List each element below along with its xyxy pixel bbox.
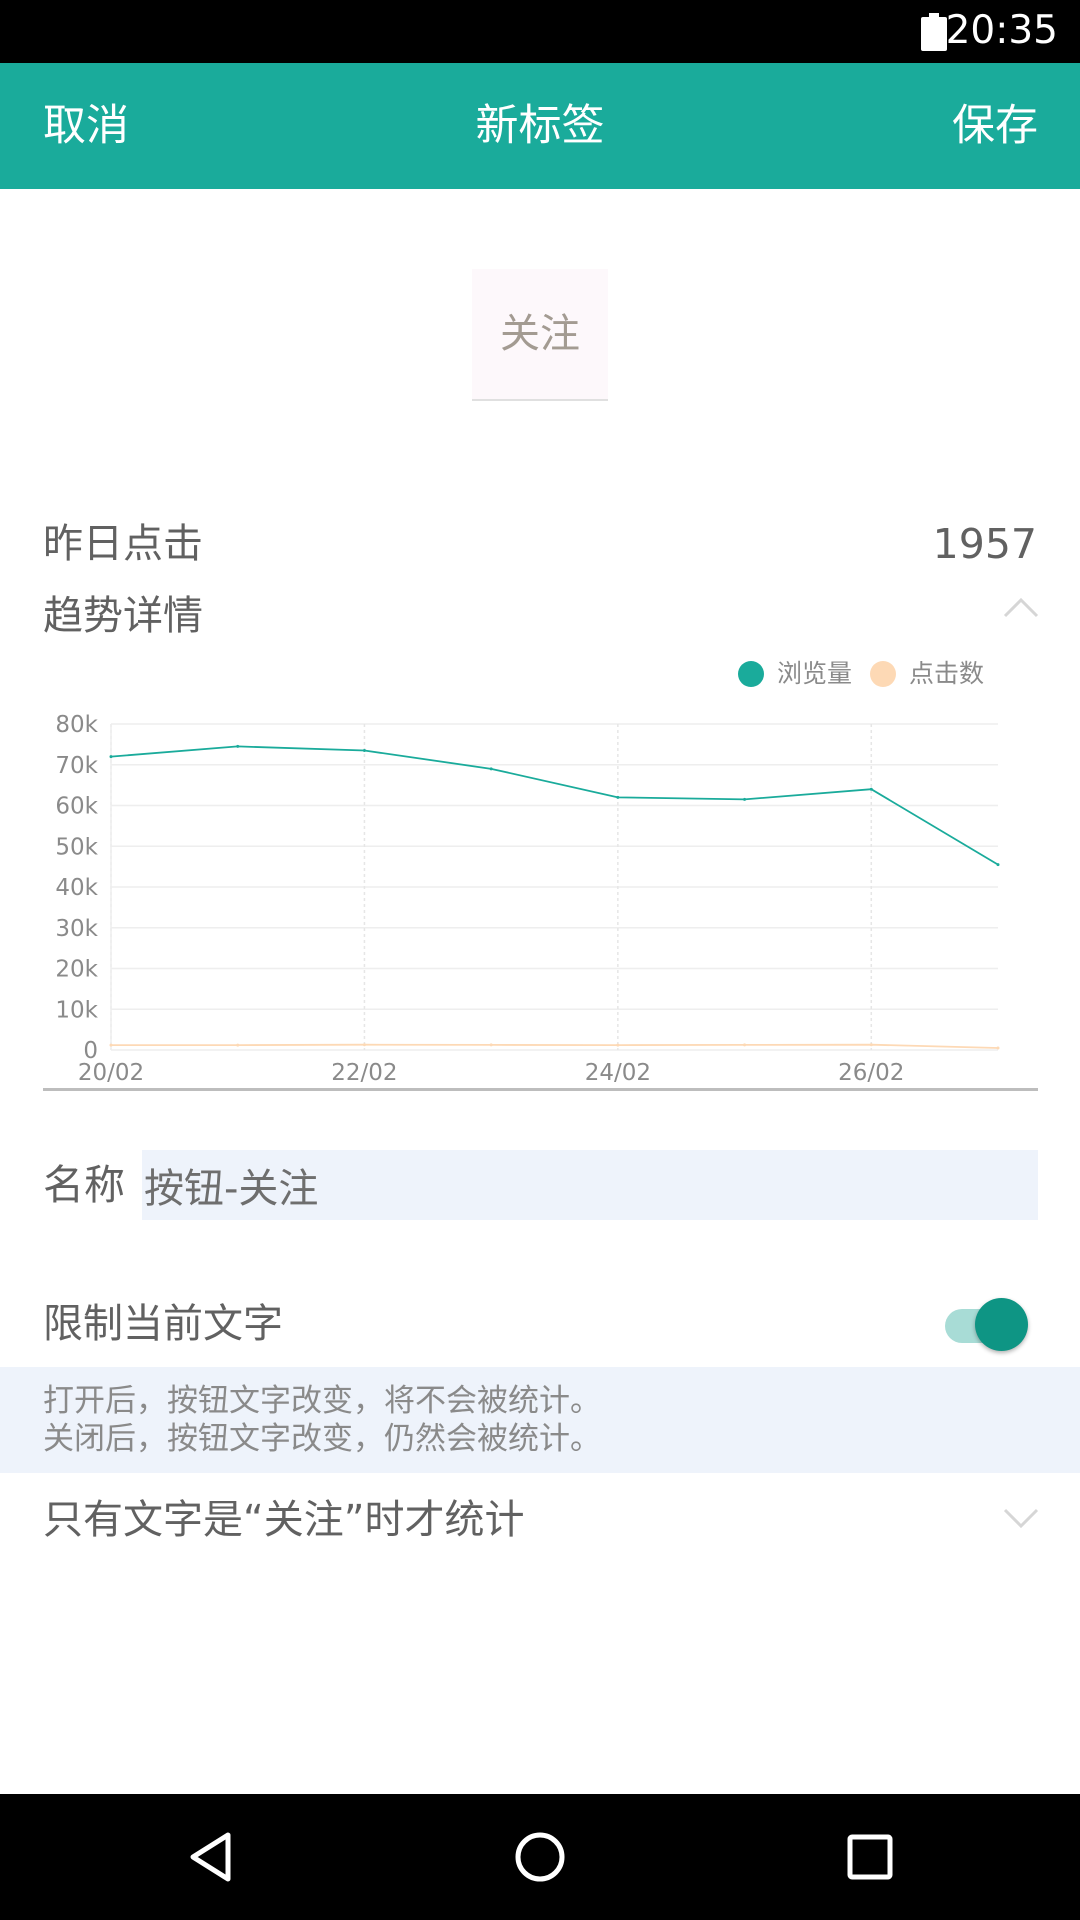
status-bar: 20:35 [0, 0, 1080, 63]
series-point [236, 744, 240, 748]
save-button[interactable]: 保存 [952, 63, 1038, 189]
series-point [869, 787, 873, 791]
series-point [743, 797, 747, 801]
yesterday-clicks-label: 昨日点击 [43, 521, 203, 567]
y-tick-label: 10k [55, 997, 98, 1023]
y-tick-label: 30k [55, 916, 98, 942]
cancel-button[interactable]: 取消 [43, 63, 129, 189]
name-label: 名称 [43, 1161, 125, 1209]
hint-line-2: 关闭后，按钮文字改变，仍然会被统计。 [43, 1421, 601, 1457]
name-input[interactable] [142, 1150, 1038, 1220]
y-tick-label: 70k [55, 753, 98, 779]
series-point [109, 1043, 113, 1047]
chevron-up-icon[interactable] [1003, 596, 1039, 618]
series-point [362, 748, 366, 752]
yesterday-clicks-value: 1957 [932, 520, 1037, 568]
series-point [743, 1043, 747, 1047]
y-tick-label: 80k [55, 712, 98, 738]
app-bar: 取消 新标签 保存 [0, 63, 1080, 189]
restrict-text-toggle[interactable] [945, 1295, 1030, 1353]
series-point [109, 755, 113, 759]
series-point [362, 1043, 366, 1047]
legend-label: 点击数 [909, 659, 984, 688]
back-icon[interactable] [183, 1827, 243, 1887]
series-point [489, 767, 493, 771]
chart-divider [43, 1088, 1038, 1091]
series-point [489, 1043, 493, 1047]
series-point [996, 1046, 1000, 1050]
trend-details-label[interactable]: 趋势详情 [43, 586, 203, 646]
series-point [236, 1043, 240, 1047]
y-tick-label: 60k [55, 794, 98, 820]
trend-chart-svg: 010k20k30k40k50k60k70k80k20/02 22/02 24/02… [55, 659, 1000, 1086]
recents-icon[interactable] [840, 1827, 900, 1887]
chevron-down-icon[interactable] [1003, 1508, 1039, 1530]
toggle-thumb [975, 1298, 1028, 1351]
series-point [616, 1043, 620, 1047]
restrict-text-label: 限制当前文字 [43, 1301, 283, 1347]
series-point [869, 1043, 873, 1047]
page-title: 新标签 [475, 101, 605, 151]
navigation-bar [0, 1794, 1080, 1920]
x-tick-label: 20/02 [78, 1060, 144, 1086]
hint-line-1: 打开后，按钮文字改变，将不会被统计。 [43, 1383, 601, 1419]
y-tick-label: 20k [55, 957, 98, 983]
series-line-1 [111, 1043, 999, 1049]
hint-box: 打开后，按钮文字改变，将不会被统计。 关闭后，按钮文字改变，仍然会被统计。 [0, 1367, 1080, 1473]
battery-icon [921, 13, 947, 51]
condition-label[interactable]: 只有文字是“关注”时才统计 [43, 1490, 524, 1550]
tag-preview: 关注 [472, 269, 608, 401]
legend-marker [870, 661, 896, 687]
trend-chart: 0 10k 20k 30k 40k 50k 60k 70k 80k 20/02 22/02 24/02… [43, 650, 1038, 1092]
legend-marker [738, 661, 764, 687]
series-point [996, 863, 1000, 867]
series-point [616, 795, 620, 799]
x-tick-label: 24/02 [585, 1060, 651, 1086]
x-tick-label: 26/02 [838, 1060, 904, 1086]
home-icon[interactable] [510, 1827, 570, 1887]
status-time: 20:35 [945, 8, 1058, 53]
x-tick-label: 22/02 [331, 1060, 397, 1086]
y-tick-label: 40k [55, 875, 98, 901]
y-tick-label: 50k [55, 834, 98, 860]
legend-label: 浏览量 [777, 659, 852, 688]
